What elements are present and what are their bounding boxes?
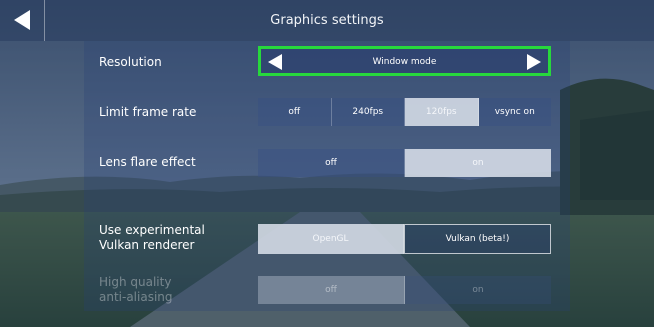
renderer-option-opengl[interactable]: OpenGL <box>258 224 404 254</box>
antialiasing-option-off: off <box>258 276 405 304</box>
lens-flare-options: off on <box>258 149 551 177</box>
antialiasing-label-line2: anti-aliasing <box>99 290 173 304</box>
frame-rate-option-off[interactable]: off <box>258 98 332 126</box>
header-bar: Graphics settings <box>0 0 654 41</box>
resolution-value: Window mode <box>372 57 437 67</box>
renderer-option-vulkan[interactable]: Vulkan (beta!) <box>404 224 551 254</box>
vulkan-label-line1: Use experimental <box>99 223 205 237</box>
lens-flare-label: Lens flare effect <box>99 155 196 169</box>
antialiasing-label: High quality anti-aliasing <box>99 275 173 305</box>
arrow-right-icon[interactable] <box>527 54 541 70</box>
arrow-left-icon[interactable] <box>268 54 282 70</box>
vulkan-label-line2: Vulkan renderer <box>99 238 195 252</box>
frame-rate-option-240fps[interactable]: 240fps <box>331 98 405 126</box>
lens-flare-option-on[interactable]: on <box>405 149 551 177</box>
antialiasing-label-line1: High quality <box>99 275 172 289</box>
frame-rate-option-vsync[interactable]: vsync on <box>478 98 551 126</box>
antialiasing-options: off on <box>258 276 551 304</box>
frame-rate-options: off 240fps 120fps vsync on <box>258 98 551 126</box>
frame-rate-option-120fps[interactable]: 120fps <box>405 98 479 126</box>
lens-flare-option-off[interactable]: off <box>258 149 405 177</box>
vulkan-label: Use experimental Vulkan renderer <box>99 223 205 253</box>
resolution-label: Resolution <box>99 55 162 69</box>
resolution-selector[interactable]: Window mode <box>258 46 551 76</box>
page-title: Graphics settings <box>270 13 384 28</box>
vulkan-options: OpenGL Vulkan (beta!) <box>258 224 551 254</box>
frame-rate-label: Limit frame rate <box>99 105 197 119</box>
antialiasing-option-on: on <box>405 276 551 304</box>
